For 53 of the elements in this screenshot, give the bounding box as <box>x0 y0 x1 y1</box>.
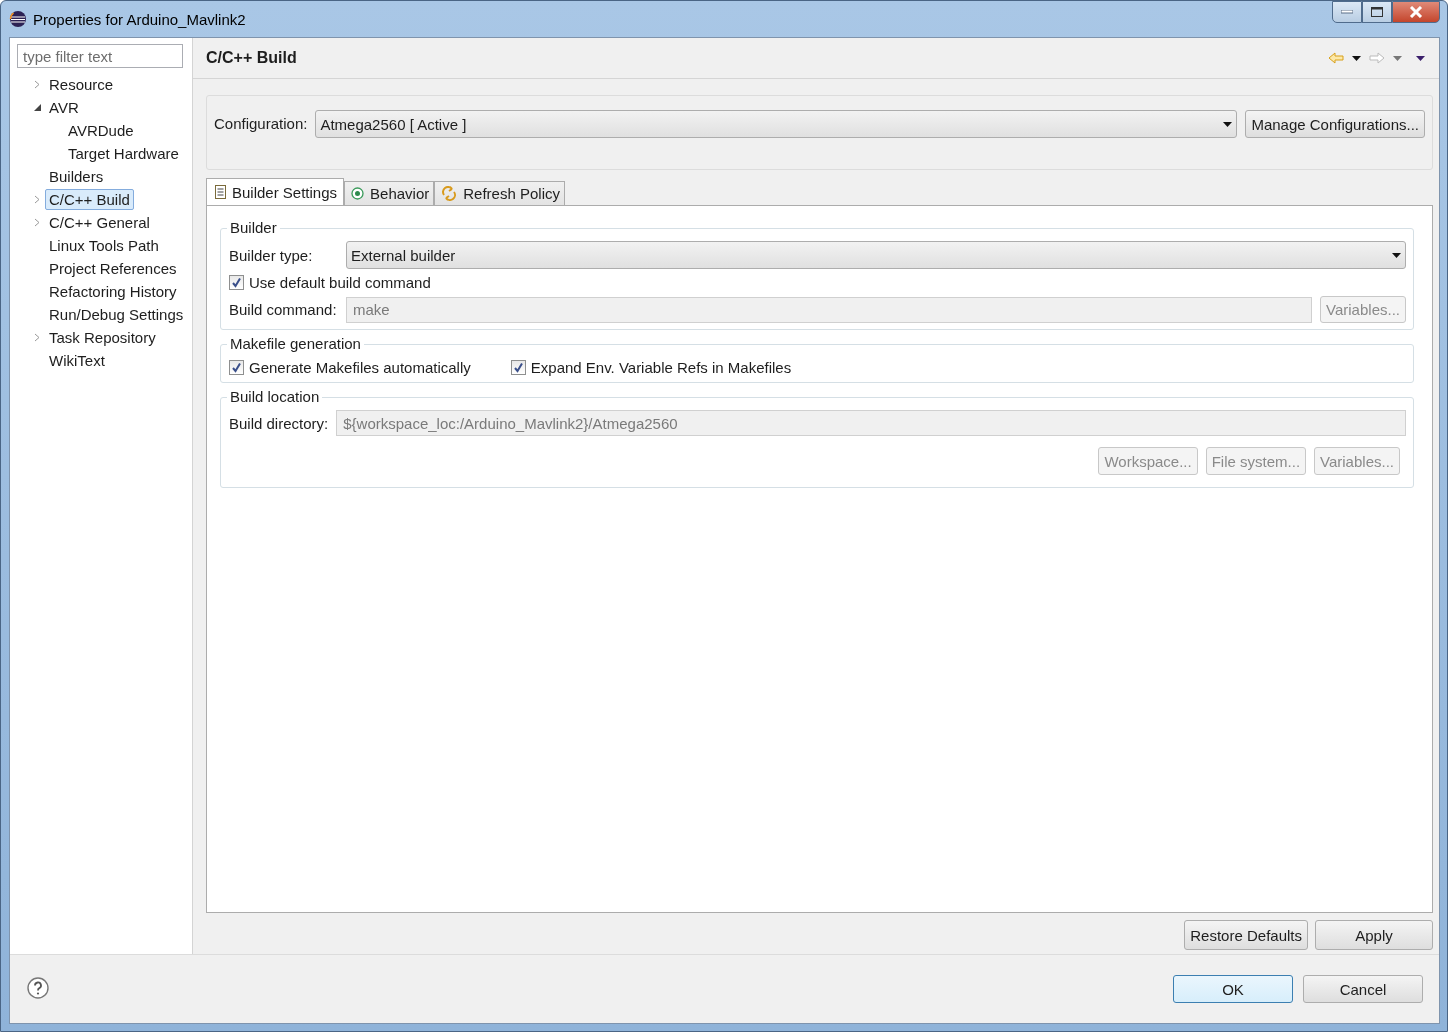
filter-field[interactable]: type filter text <box>17 44 183 68</box>
field-label: Build command: <box>229 301 338 318</box>
tree-item[interactable]: AVR <box>45 97 83 118</box>
manage-configurations-button[interactable]: Manage Configurations... <box>1245 110 1425 138</box>
help-icon[interactable] <box>27 976 49 999</box>
radio-icon <box>351 187 365 200</box>
view-menu-icon[interactable] <box>1416 55 1425 61</box>
close-button[interactable] <box>1392 1 1440 23</box>
field-label: Builder type: <box>229 246 314 264</box>
app-icon <box>9 10 27 28</box>
refresh-icon <box>441 186 458 201</box>
tree-item[interactable]: Target Hardware <box>64 143 183 164</box>
checkbox[interactable] <box>229 275 244 290</box>
dropdown-arrow-icon <box>1392 252 1401 258</box>
page-title: C/C++ Build <box>206 49 298 67</box>
tab[interactable]: Behavior <box>344 181 435 205</box>
list-icon <box>215 185 226 199</box>
configuration-label: Configuration: <box>214 114 308 134</box>
group-title: Makefile generation <box>227 335 364 353</box>
checkbox-label: Expand Env. Variable Refs in Makefiles <box>530 359 792 376</box>
window-title: Properties for Arduino_Mavlink2 <box>33 10 247 28</box>
tree-item[interactable]: Linux Tools Path <box>45 235 163 256</box>
tab[interactable]: Refresh Policy <box>434 181 565 205</box>
builder-type-dropdown[interactable]: External builder <box>346 241 1406 269</box>
checkbox[interactable] <box>510 360 526 375</box>
close-icon <box>1409 6 1423 18</box>
dialog-button[interactable]: OK <box>1173 975 1293 1003</box>
checkbox[interactable] <box>229 360 244 375</box>
dropdown-arrow-icon <box>1223 121 1233 127</box>
maximize-icon <box>1371 7 1383 17</box>
expanded-arrow-icon[interactable] <box>33 104 41 111</box>
configuration-dropdown[interactable]: Atmega2560 [ Active ] <box>315 110 1238 138</box>
checkbox-label: Use default build command <box>249 274 431 291</box>
checkbox-label: Generate Makefiles automatically <box>249 359 471 376</box>
tree-item[interactable]: Task Repository <box>45 327 160 348</box>
tree-item[interactable]: Refactoring History <box>45 281 181 302</box>
field-label: Build directory: <box>229 414 329 432</box>
tree-item[interactable]: C/C++ Build <box>45 189 134 210</box>
tree-item[interactable]: Run/Debug Settings <box>45 304 188 325</box>
minimize-button[interactable] <box>1332 1 1362 23</box>
dropdown-arrow-icon[interactable] <box>1352 55 1361 61</box>
tab[interactable]: Builder Settings <box>206 178 345 205</box>
minimize-icon <box>1341 10 1353 14</box>
action-button[interactable]: Apply <box>1315 920 1433 950</box>
dialog-button[interactable]: Cancel <box>1303 975 1423 1003</box>
maximize-button[interactable] <box>1362 1 1392 23</box>
tree-item[interactable]: Builders <box>45 166 108 187</box>
tree-item[interactable]: C/C++ General <box>45 212 154 233</box>
tree-item[interactable]: WikiText <box>45 350 109 371</box>
tree-item[interactable]: AVRDude <box>64 120 138 141</box>
action-button[interactable]: Restore Defaults <box>1184 920 1308 950</box>
tree-item[interactable]: Resource <box>45 74 118 95</box>
tree-item[interactable]: Project References <box>45 258 181 279</box>
